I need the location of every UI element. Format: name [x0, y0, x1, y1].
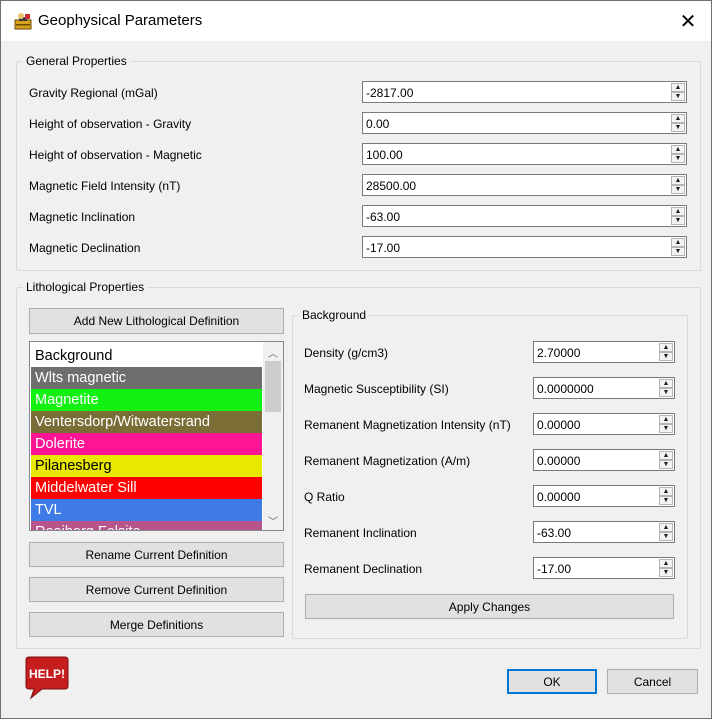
gravity-regional-label: Gravity Regional (mGal): [29, 86, 158, 100]
density-label: Density (g/cm3): [304, 346, 389, 360]
magnetic-declination-label: Magnetic Declination: [29, 241, 141, 255]
remanent-intensity-spinbox[interactable]: 0.00000 ▲ ▼: [533, 413, 675, 435]
susceptibility-label: Magnetic Susceptibility (SI): [304, 382, 449, 396]
title-bar: Geophysical Parameters ✕: [1, 1, 711, 41]
toolbox-icon: [14, 13, 32, 30]
list-item[interactable]: Pilanesberg: [31, 455, 262, 477]
up-arrow-icon[interactable]: ▲: [659, 379, 673, 388]
down-arrow-icon[interactable]: ▼: [659, 424, 673, 433]
scroll-up-icon[interactable]: ︿: [263, 344, 283, 361]
up-arrow-icon[interactable]: ▲: [671, 114, 685, 123]
up-arrow-icon[interactable]: ▲: [671, 145, 685, 154]
height-gravity-label: Height of observation - Gravity: [29, 117, 192, 131]
remanent-declination-label: Remanent Declination: [304, 562, 423, 576]
remanent-inclination-label: Remanent Inclination: [304, 526, 417, 540]
close-icon: ✕: [679, 10, 697, 33]
remanent-intensity-value: 0.00000: [537, 418, 581, 432]
add-definition-button[interactable]: Add New Lithological Definition: [29, 308, 284, 334]
up-arrow-icon[interactable]: ▲: [671, 238, 685, 247]
merge-definitions-button[interactable]: Merge Definitions: [29, 612, 284, 637]
density-spinbox[interactable]: 2.70000 ▲ ▼: [533, 341, 675, 363]
down-arrow-icon[interactable]: ▼: [659, 496, 673, 505]
help-badge-icon[interactable]: HELP!: [22, 656, 72, 700]
scroll-down-icon[interactable]: ﹀: [263, 512, 283, 529]
list-item[interactable]: Magnetite: [31, 389, 262, 411]
list-item[interactable]: Ventersdorp/Witwatersrand: [31, 411, 262, 433]
definition-detail-group: [292, 315, 688, 639]
height-magnetic-label: Height of observation - Magnetic: [29, 148, 202, 162]
up-arrow-icon[interactable]: ▲: [659, 451, 673, 460]
lithology-list[interactable]: Background Wlts magnetic Magnetite Ventersd…: [29, 341, 284, 531]
q-ratio-spinbox[interactable]: 0.00000 ▲ ▼: [533, 485, 675, 507]
list-item[interactable]: TVL: [31, 499, 262, 521]
height-gravity-spinbox[interactable]: 0.00 ▲ ▼: [362, 112, 687, 134]
magnetic-declination-value: -17.00: [366, 241, 401, 255]
definition-detail-title: Background: [299, 308, 370, 322]
list-item[interactable]: Dolerite: [31, 433, 262, 455]
down-arrow-icon[interactable]: ▼: [659, 460, 673, 469]
remanent-intensity-label: Remanent Magnetization Intensity (nT): [304, 418, 511, 432]
field-intensity-label: Magnetic Field Intensity (nT): [29, 179, 181, 193]
height-gravity-value: 0.00: [366, 117, 390, 131]
apply-changes-button[interactable]: Apply Changes: [305, 594, 674, 619]
gravity-regional-spinbox[interactable]: -2817.00 ▲ ▼: [362, 81, 687, 103]
magnetic-declination-spinbox[interactable]: -17.00 ▲ ▼: [362, 236, 687, 258]
list-item[interactable]: Wlts magnetic: [31, 367, 262, 389]
remanent-inclination-value: -63.00: [537, 526, 572, 540]
list-item[interactable]: Rooiberg Felsite: [31, 521, 262, 530]
magnetic-inclination-value: -63.00: [366, 210, 401, 224]
up-arrow-icon[interactable]: ▲: [659, 523, 673, 532]
down-arrow-icon[interactable]: ▼: [671, 185, 685, 194]
field-intensity-value: 28500.00: [366, 179, 417, 193]
up-arrow-icon[interactable]: ▲: [659, 487, 673, 496]
field-intensity-spinbox[interactable]: 28500.00 ▲ ▼: [362, 174, 687, 196]
susceptibility-value: 0.0000000: [537, 382, 594, 396]
down-arrow-icon[interactable]: ▼: [659, 352, 673, 361]
height-magnetic-spinbox[interactable]: 100.00 ▲ ▼: [362, 143, 687, 165]
up-arrow-icon[interactable]: ▲: [659, 415, 673, 424]
density-value: 2.70000: [537, 346, 581, 360]
up-arrow-icon[interactable]: ▲: [659, 343, 673, 352]
down-arrow-icon[interactable]: ▼: [659, 388, 673, 397]
general-properties-title: General Properties: [23, 54, 130, 68]
down-arrow-icon[interactable]: ▼: [671, 123, 685, 132]
help-badge-text: HELP!: [29, 667, 65, 681]
remanent-declination-value: -17.00: [537, 562, 572, 576]
down-arrow-icon[interactable]: ▼: [671, 247, 685, 256]
remanent-magnetization-value: 0.00000: [537, 454, 581, 468]
height-magnetic-value: 100.00: [366, 148, 403, 162]
remanent-inclination-spinbox[interactable]: -63.00 ▲ ▼: [533, 521, 675, 543]
ok-button[interactable]: OK: [507, 669, 597, 694]
lithology-list-items: Background Wlts magnetic Magnetite Ventersd…: [31, 345, 262, 530]
remove-definition-button[interactable]: Remove Current Definition: [29, 577, 284, 602]
dialog-window: Geophysical Parameters ✕ General Propert…: [0, 0, 712, 719]
lithological-properties-title: Lithological Properties: [23, 280, 148, 294]
cancel-button[interactable]: Cancel: [607, 669, 698, 694]
magnetic-inclination-label: Magnetic Inclination: [29, 210, 136, 224]
down-arrow-icon[interactable]: ▼: [671, 92, 685, 101]
remanent-magnetization-spinbox[interactable]: 0.00000 ▲ ▼: [533, 449, 675, 471]
down-arrow-icon[interactable]: ▼: [671, 154, 685, 163]
susceptibility-spinbox[interactable]: 0.0000000 ▲ ▼: [533, 377, 675, 399]
rename-definition-button[interactable]: Rename Current Definition: [29, 542, 284, 567]
up-arrow-icon[interactable]: ▲: [659, 559, 673, 568]
remanent-magnetization-label: Remanent Magnetization (A/m): [304, 454, 471, 468]
scroll-thumb[interactable]: [265, 361, 281, 412]
down-arrow-icon[interactable]: ▼: [671, 216, 685, 225]
up-arrow-icon[interactable]: ▲: [671, 176, 685, 185]
down-arrow-icon[interactable]: ▼: [659, 532, 673, 541]
remanent-declination-spinbox[interactable]: -17.00 ▲ ▼: [533, 557, 675, 579]
list-item[interactable]: Background: [31, 345, 262, 367]
q-ratio-value: 0.00000: [537, 490, 581, 504]
list-item[interactable]: Middelwater Sill: [31, 477, 262, 499]
magnetic-inclination-spinbox[interactable]: -63.00 ▲ ▼: [362, 205, 687, 227]
down-arrow-icon[interactable]: ▼: [659, 568, 673, 577]
close-button[interactable]: ✕: [665, 1, 711, 41]
q-ratio-label: Q Ratio: [304, 490, 345, 504]
gravity-regional-value: -2817.00: [366, 86, 414, 100]
up-arrow-icon[interactable]: ▲: [671, 207, 685, 216]
list-scrollbar[interactable]: ︿ ﹀: [263, 342, 283, 530]
window-title: Geophysical Parameters: [38, 12, 203, 29]
up-arrow-icon[interactable]: ▲: [671, 83, 685, 92]
